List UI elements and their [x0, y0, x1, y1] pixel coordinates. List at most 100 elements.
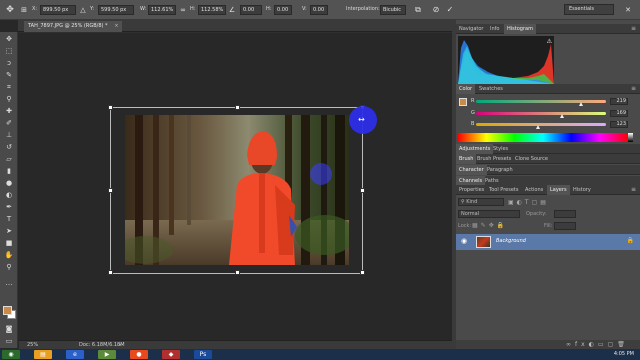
tab-styles[interactable]: Styles	[490, 144, 511, 154]
brush-icon[interactable]: ✐	[3, 118, 15, 128]
cancel-transform-icon[interactable]: ⊘	[430, 4, 442, 16]
transform-handle-bottom[interactable]	[235, 270, 240, 275]
channel-b-thumb[interactable]	[536, 125, 540, 129]
canvas-area[interactable]: ↔	[19, 33, 452, 340]
crop-icon[interactable]: ⌗	[3, 82, 15, 92]
zoom-icon[interactable]: ⚲	[3, 262, 15, 272]
screen-mode-icon[interactable]: ▭	[3, 336, 15, 346]
width-input[interactable]: 112.61%	[148, 5, 176, 15]
commit-transform-icon[interactable]: ✓	[444, 4, 456, 16]
free-transform-bounding-box[interactable]	[108, 105, 365, 275]
tab-paragraph[interactable]: Paragraph	[484, 165, 516, 175]
transform-handle-bottom-left[interactable]	[108, 270, 113, 275]
layer-name[interactable]: Background	[496, 238, 526, 244]
eyedropper-icon[interactable]: ⚲	[3, 94, 15, 104]
delta-icon[interactable]: △	[77, 4, 89, 16]
firefox-taskbar-icon[interactable]: ●	[130, 350, 148, 359]
quick-mask-icon[interactable]: ◙	[3, 324, 15, 334]
warp-icon[interactable]: ⧉	[412, 4, 424, 16]
foreground-color-swatch[interactable]	[3, 306, 12, 315]
channel-b-slider[interactable]	[476, 123, 606, 126]
tab-history[interactable]: History	[570, 185, 594, 195]
document-size[interactable]: Doc: 6.18M/6.18M	[79, 341, 125, 349]
layer-filter-icons[interactable]: ▣◐T▢▤	[508, 199, 549, 206]
quick-select-icon[interactable]: ✎	[3, 70, 15, 80]
type-icon[interactable]: T	[3, 214, 15, 224]
blur-icon[interactable]: ●	[3, 178, 15, 188]
channel-g-thumb[interactable]	[560, 114, 564, 118]
explorer-taskbar-icon[interactable]: ▤	[34, 350, 52, 359]
channel-g-value[interactable]: 169	[610, 110, 628, 117]
layers-panel-menu-icon[interactable]: ≡	[631, 185, 636, 195]
v-skew-input[interactable]: 0.00	[310, 5, 328, 15]
zoom-level[interactable]: 25%	[27, 341, 38, 349]
dodge-icon[interactable]: ◐	[3, 190, 15, 200]
color-spectrum-bar[interactable]	[458, 133, 628, 142]
media-taskbar-icon[interactable]: ▶	[98, 350, 116, 359]
color-panel-fg-swatch[interactable]	[459, 98, 467, 106]
workspace-switcher[interactable]: Essentials	[564, 4, 614, 15]
angle-input[interactable]: 0.00	[240, 5, 262, 15]
tab-info[interactable]: Info	[487, 24, 502, 34]
ie-taskbar-icon[interactable]: e	[66, 350, 84, 359]
y-input[interactable]: 599.50 px	[98, 5, 134, 15]
reference-point-icon[interactable]: ⊞	[18, 4, 30, 16]
channel-r-slider[interactable]	[476, 100, 606, 103]
tab-properties[interactable]: Properties	[456, 185, 487, 195]
lasso-icon[interactable]: ↄ	[3, 58, 15, 68]
document-tab[interactable]: TAH_7897.JPG @ 25% (RGB/8) * ×	[24, 21, 122, 32]
transform-handle-top[interactable]	[235, 105, 240, 110]
system-clock[interactable]: 4:05 PM	[614, 350, 634, 359]
tab-brush-presets[interactable]: Brush Presets	[474, 154, 514, 164]
move-tool-icon[interactable]: ✥	[4, 4, 16, 16]
eraser-icon[interactable]: ▱	[3, 154, 15, 164]
tab-navigator[interactable]: Navigator	[456, 24, 486, 34]
clone-stamp-icon[interactable]: ⊥	[3, 130, 15, 140]
tab-color[interactable]: Color	[456, 84, 476, 94]
close-tab-icon[interactable]: ×	[114, 21, 118, 32]
histogram-warning-icon[interactable]: ⚠	[547, 38, 552, 45]
transform-handle-right[interactable]	[360, 188, 365, 193]
move-icon[interactable]: ✥	[3, 34, 15, 44]
history-brush-icon[interactable]: ↺	[3, 142, 15, 152]
app-taskbar-icon[interactable]: ◆	[162, 350, 180, 359]
blend-mode-select[interactable]: Normal	[458, 210, 520, 218]
grayscale-bar[interactable]	[628, 133, 633, 142]
opacity-input[interactable]	[554, 210, 576, 218]
channel-b-value[interactable]: 123	[610, 121, 628, 128]
x-input[interactable]: 899.50 px	[40, 5, 76, 15]
window-close-icon[interactable]: ✕	[622, 4, 634, 16]
path-select-icon[interactable]: ➤	[3, 226, 15, 236]
tab-clone-source[interactable]: Clone Source	[512, 154, 551, 164]
transform-handle-top-left[interactable]	[108, 105, 113, 110]
interpolation-select[interactable]: Bicubic	[380, 5, 406, 15]
edit-toolbar-icon[interactable]: …	[3, 278, 15, 288]
photoshop-taskbar-icon[interactable]: Ps	[194, 350, 212, 359]
tab-tool-presets[interactable]: Tool Presets	[486, 185, 522, 195]
color-panel-menu-icon[interactable]: ≡	[631, 84, 636, 94]
pen-icon[interactable]: ✒	[3, 202, 15, 212]
tab-actions[interactable]: Actions	[522, 185, 546, 195]
transform-handle-left[interactable]	[108, 188, 113, 193]
gradient-icon[interactable]: ▮	[3, 166, 15, 176]
shape-icon[interactable]: ■	[3, 238, 15, 248]
h-skew-input[interactable]: 0.00	[274, 5, 292, 15]
tab-character[interactable]: Character	[456, 165, 487, 175]
link-icon[interactable]: ∞	[177, 4, 189, 16]
transform-handle-bottom-right[interactable]	[360, 270, 365, 275]
height-input[interactable]: 112.58%	[198, 5, 226, 15]
lock-icons[interactable]: ▦✎✥🔒	[472, 222, 507, 229]
healing-brush-icon[interactable]: ✚	[3, 106, 15, 116]
tab-histogram[interactable]: Histogram	[504, 24, 536, 34]
marquee-icon[interactable]: ⬚	[3, 46, 15, 56]
channel-g-slider[interactable]	[476, 112, 606, 115]
tab-swatches[interactable]: Swatches	[476, 84, 506, 94]
status-menu-arrow-icon[interactable]: ▸	[119, 341, 122, 349]
start-button-icon[interactable]: ◉	[2, 350, 20, 359]
layer-row-background[interactable]: ◉ Background 🔒	[456, 234, 640, 250]
panel-menu-icon[interactable]: ≡	[631, 24, 636, 34]
tab-adjustments[interactable]: Adjustments	[456, 144, 494, 154]
channel-r-thumb[interactable]	[579, 102, 583, 106]
channel-r-value[interactable]: 219	[610, 98, 628, 105]
hand-icon[interactable]: ✋	[3, 250, 15, 260]
